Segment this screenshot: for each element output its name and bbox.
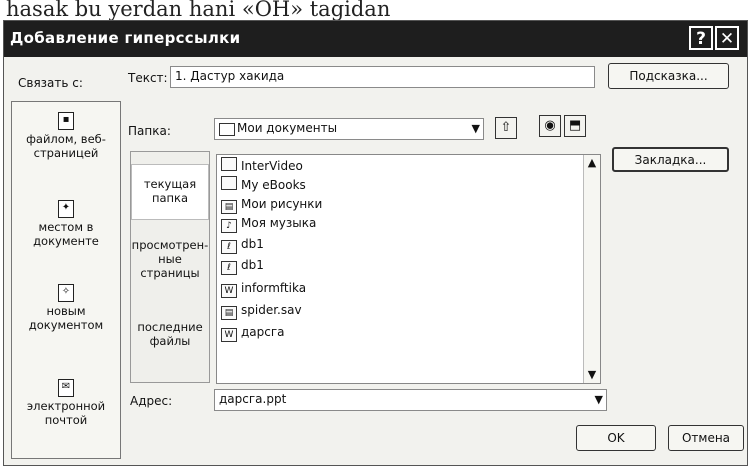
tooltip-button[interactable]: Подсказка...	[608, 63, 729, 89]
chevron-down-icon: ▼	[594, 393, 603, 406]
new-doc-icon: ✧	[58, 284, 74, 302]
nav-item-label: просмотрен- ные страницы	[131, 238, 209, 280]
nav-pane: текущая папка просмотрен- ные страницы п…	[130, 151, 210, 383]
text-label: Текст:	[128, 71, 168, 85]
address-input[interactable]: дарсга.ppt ▼	[214, 389, 607, 411]
link-with-label: Связать с:	[18, 76, 83, 90]
address-value: дарсга.ppt	[219, 392, 287, 406]
file-list: InterVideo My eBooks ▤ Мои рисунки ♪ Моя м…	[216, 154, 601, 384]
list-item[interactable]: Wдарсга	[221, 323, 285, 342]
up-folder-button[interactable]: ⇧	[495, 117, 517, 139]
list-item[interactable]: Winformftika	[221, 279, 306, 298]
hyperlink-dialog: Добавление гиперссылки ? ✕ Связать с: Те…	[3, 20, 748, 466]
close-button[interactable]: ✕	[715, 26, 739, 50]
link-type-label: файлом, веб- страницей	[26, 132, 106, 160]
link-type-label: электронной почтой	[26, 399, 106, 427]
nav-item-label: последние файлы	[137, 320, 203, 348]
nav-recent-files[interactable]: последние файлы	[131, 320, 209, 348]
list-item[interactable]: ℓ db1	[221, 235, 264, 254]
folder-select[interactable]: Мои документы ▼	[214, 118, 484, 140]
nav-item-label: текущая папка	[143, 177, 197, 205]
file-icon: ▪	[58, 112, 74, 130]
folder-icon	[221, 176, 237, 190]
link-type-label: местом в документе	[33, 220, 99, 248]
bookmark-button[interactable]: Закладка...	[612, 147, 729, 172]
music-folder-icon: ♪	[221, 219, 237, 233]
scrollbar[interactable]: ▲ ▼	[583, 155, 600, 383]
background-text: hasak bu yerdan hani «OH» tagidan	[6, 0, 391, 20]
access-file-icon: ℓ	[221, 261, 237, 275]
folder-icon	[221, 157, 237, 171]
text-input[interactable]: 1. Дастур хакида	[170, 66, 595, 88]
list-item[interactable]: ▤ Мои рисунки	[221, 195, 322, 214]
pictures-folder-icon: ▤	[221, 200, 237, 214]
address-label: Адрес:	[130, 394, 173, 408]
access-file-icon: ℓ	[221, 240, 237, 254]
word-file-icon: W	[221, 284, 237, 298]
list-item[interactable]: ▤ spider.sav	[221, 301, 302, 320]
mail-icon: ✉	[58, 379, 74, 397]
up-folder-icon: ⇧	[500, 120, 512, 135]
word-file-icon: W	[221, 328, 237, 342]
place-icon: ✦	[58, 200, 74, 218]
title-bar: Добавление гиперссылки ? ✕	[4, 21, 747, 57]
link-type-place[interactable]: ✦ местом в документе	[12, 200, 120, 248]
list-item[interactable]: ♪ Моя музыка	[221, 214, 316, 233]
list-item[interactable]: InterVideo	[221, 157, 303, 176]
close-icon: ✕	[719, 29, 735, 49]
open-folder-icon: ⬒	[568, 118, 582, 133]
dialog-title: Добавление гиперссылки	[10, 29, 241, 47]
browse-file-button[interactable]: ⬒	[564, 115, 586, 137]
scroll-up-icon[interactable]: ▲	[584, 155, 600, 171]
folder-icon	[219, 123, 235, 136]
link-type-mail[interactable]: ✉ электронной почтой	[12, 379, 120, 427]
link-type-new-doc[interactable]: ✧ новым документом	[12, 284, 120, 332]
folder-value: Мои документы	[237, 121, 338, 135]
ok-button[interactable]: OK	[576, 425, 656, 451]
search-web-icon: ◉	[544, 118, 556, 133]
help-button[interactable]: ?	[689, 26, 713, 50]
link-type-label: новым документом	[28, 304, 104, 332]
file-icon: ▤	[221, 306, 237, 320]
browse-web-button[interactable]: ◉	[539, 115, 561, 137]
cancel-button[interactable]: Отмена	[668, 425, 744, 451]
folder-label: Папка:	[128, 124, 171, 138]
chevron-down-icon: ▼	[471, 122, 480, 135]
list-item[interactable]: ℓ db1	[221, 256, 264, 275]
link-type-pane: ▪ файлом, веб- страницей ✦ местом в доку…	[11, 101, 121, 459]
scroll-down-icon[interactable]: ▼	[584, 367, 600, 383]
help-icon: ?	[696, 29, 706, 49]
list-item[interactable]: My eBooks	[221, 176, 306, 195]
link-type-file-web[interactable]: ▪ файлом, веб- страницей	[12, 112, 120, 160]
nav-current-folder[interactable]: текущая папка	[131, 164, 209, 220]
nav-browsed-pages[interactable]: просмотрен- ные страницы	[131, 238, 209, 280]
